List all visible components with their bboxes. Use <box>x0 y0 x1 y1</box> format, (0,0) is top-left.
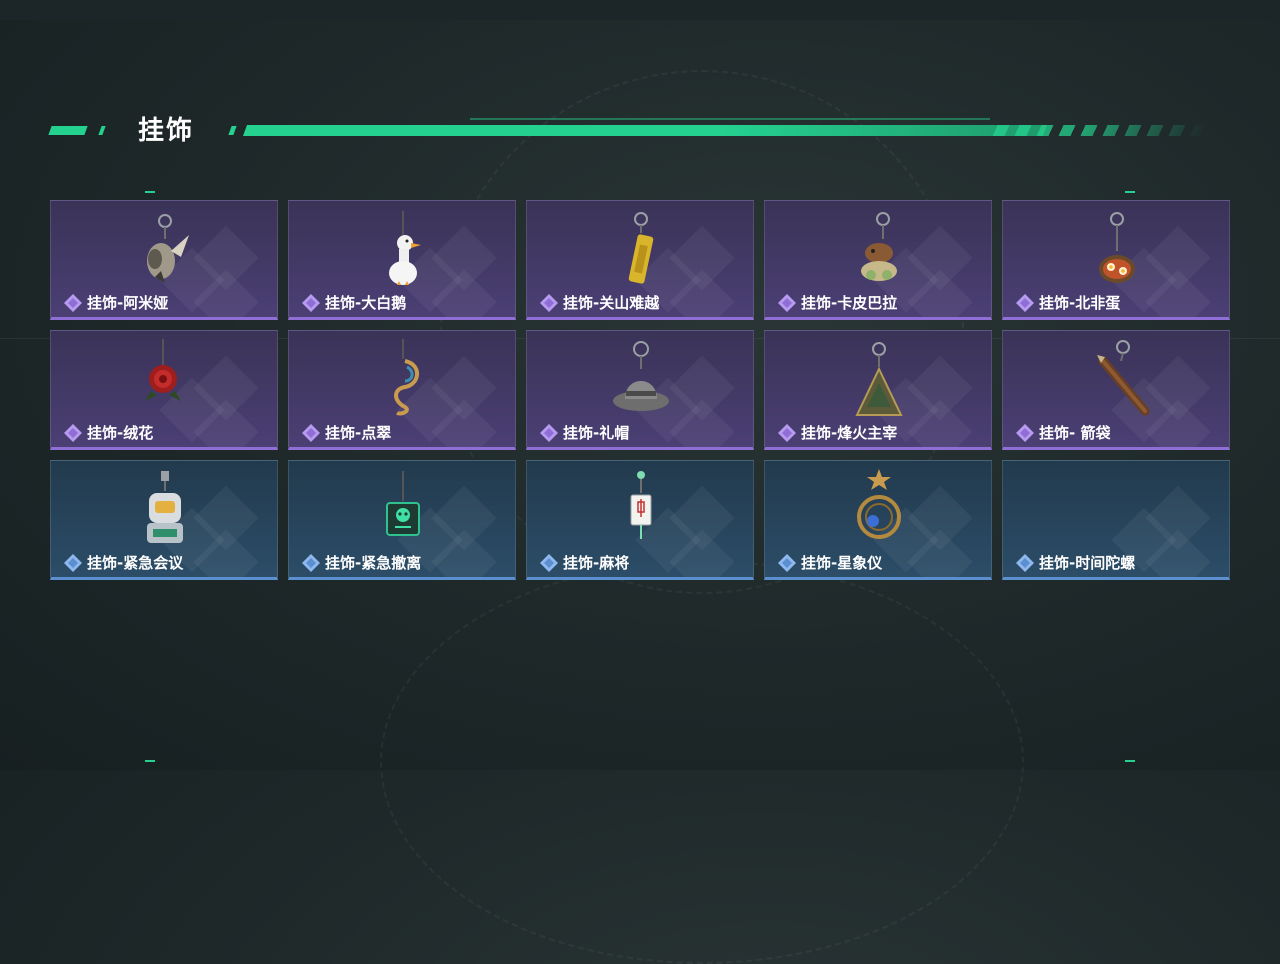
goose-charm-icon <box>389 211 421 285</box>
rarity-diamond-icon <box>778 423 796 442</box>
corner-marker <box>145 760 155 762</box>
charm-grid: 挂饰-阿米娅 挂饰-大白鹅 挂饰-关山难越 挂饰-卡皮巴拉 挂饰-北非蛋 挂饰-… <box>50 200 1230 580</box>
charm-name: 挂饰-麻将 <box>563 554 630 572</box>
charm-card[interactable]: 挂饰-星象仪 <box>764 460 992 580</box>
corner-marker <box>1125 191 1135 193</box>
card-label: 挂饰-北非蛋 <box>1015 292 1120 313</box>
charm-card[interactable]: 挂饰- 箭袋 <box>1002 330 1230 450</box>
header-accent <box>48 126 88 135</box>
card-label: 挂饰-烽火主宰 <box>777 422 897 443</box>
charm-card[interactable]: 挂饰-紧急撤离 <box>288 460 516 580</box>
rarity-diamond-icon <box>1016 293 1034 312</box>
section-title: 挂饰 <box>138 116 195 146</box>
top-bar <box>0 0 1280 20</box>
card-label: 挂饰-关山难越 <box>539 292 659 313</box>
card-label: 挂饰-绒花 <box>63 422 153 443</box>
rarity-diamond-icon <box>302 423 320 442</box>
card-label: 挂饰-星象仪 <box>777 552 882 573</box>
charm-name: 挂饰-阿米娅 <box>87 294 169 312</box>
rarity-diamond-icon <box>778 293 796 312</box>
card-label: 挂饰-阿米娅 <box>63 292 168 313</box>
charm-card[interactable]: 挂饰-时间陀螺 <box>1002 460 1230 580</box>
charm-card[interactable]: 挂饰-绒花 <box>50 330 278 450</box>
charm-card[interactable]: 挂饰-卡皮巴拉 <box>764 200 992 320</box>
corner-marker <box>145 191 155 193</box>
charm-name: 挂饰-卡皮巴拉 <box>801 294 898 312</box>
background-ring <box>380 560 1024 964</box>
mahjong-tile-charm-icon <box>630 471 652 539</box>
corner-marker <box>1125 760 1135 762</box>
card-label: 挂饰- 箭袋 <box>1015 422 1110 443</box>
phoenix-charm-icon <box>394 339 419 416</box>
card-label: 挂饰-卡皮巴拉 <box>777 292 897 313</box>
capybara-charm-icon <box>861 212 897 281</box>
rarity-diamond-icon <box>1016 423 1034 442</box>
header-line <box>242 125 1048 136</box>
robot-charm-icon <box>147 471 183 543</box>
card-label: 挂饰-紧急撤离 <box>301 552 421 573</box>
charm-name: 挂饰-时间陀螺 <box>1039 554 1136 572</box>
card-label: 挂饰-礼帽 <box>539 422 629 443</box>
card-label: 挂饰-大白鹅 <box>301 292 406 313</box>
rarity-diamond-icon <box>302 553 320 572</box>
charm-name: 挂饰-点翠 <box>325 424 392 442</box>
shakshuka-charm-icon <box>1099 212 1135 283</box>
rarity-diamond-icon <box>64 553 82 572</box>
quiver-charm-icon <box>1097 340 1150 416</box>
header-accent <box>228 126 237 135</box>
charm-name: 挂饰- 箭袋 <box>1039 424 1111 442</box>
section-header: 挂饰 <box>48 108 1210 148</box>
charm-card[interactable]: 挂饰-阿米娅 <box>50 200 278 320</box>
charm-card[interactable]: 挂饰-礼帽 <box>526 330 754 450</box>
rarity-diamond-icon <box>540 553 558 572</box>
header-thin-line <box>470 118 990 120</box>
hat-charm-icon <box>613 341 669 411</box>
rarity-diamond-icon <box>64 423 82 442</box>
charm-name: 挂饰-绒花 <box>87 424 154 442</box>
charm-card[interactable]: 挂饰-紧急会议 <box>50 460 278 580</box>
charm-name: 挂饰-关山难越 <box>563 294 660 312</box>
charm-name: 挂饰-烽火主宰 <box>801 424 898 442</box>
charm-card[interactable]: 挂饰-关山难越 <box>526 200 754 320</box>
card-label: 挂饰-紧急会议 <box>63 552 183 573</box>
header-accent <box>98 126 106 135</box>
rarity-diamond-icon <box>302 293 320 312</box>
rarity-diamond-icon <box>540 293 558 312</box>
card-label: 挂饰-点翠 <box>301 422 391 443</box>
rarity-diamond-icon <box>64 293 82 312</box>
card-label: 挂饰-时间陀螺 <box>1015 552 1135 573</box>
header-checker-pattern <box>992 125 1208 136</box>
rarity-diamond-icon <box>540 423 558 442</box>
pyramid-charm-icon <box>855 342 903 416</box>
card-label: 挂饰-麻将 <box>539 552 629 573</box>
bird-charm-icon <box>147 214 189 283</box>
charm-card[interactable]: 挂饰-麻将 <box>526 460 754 580</box>
charm-card[interactable]: 挂饰-大白鹅 <box>288 200 516 320</box>
charm-name: 挂饰-北非蛋 <box>1039 294 1121 312</box>
charm-name: 挂饰-紧急撤离 <box>325 554 422 572</box>
charm-card[interactable]: 挂饰-烽火主宰 <box>764 330 992 450</box>
charm-name: 挂饰-大白鹅 <box>325 294 407 312</box>
rarity-diamond-icon <box>778 553 796 572</box>
charm-name: 挂饰-星象仪 <box>801 554 883 572</box>
charm-card[interactable]: 挂饰-北非蛋 <box>1002 200 1230 320</box>
astrolabe-charm-icon <box>857 469 901 539</box>
rarity-diamond-icon <box>1016 553 1034 572</box>
charm-name: 挂饰-礼帽 <box>563 424 630 442</box>
skull-box-charm-icon <box>386 471 420 536</box>
red-flower-charm-icon <box>145 339 181 401</box>
charm-name: 挂饰-紧急会议 <box>87 554 184 572</box>
gold-bar-charm-icon <box>628 212 654 284</box>
charm-card[interactable]: 挂饰-点翠 <box>288 330 516 450</box>
